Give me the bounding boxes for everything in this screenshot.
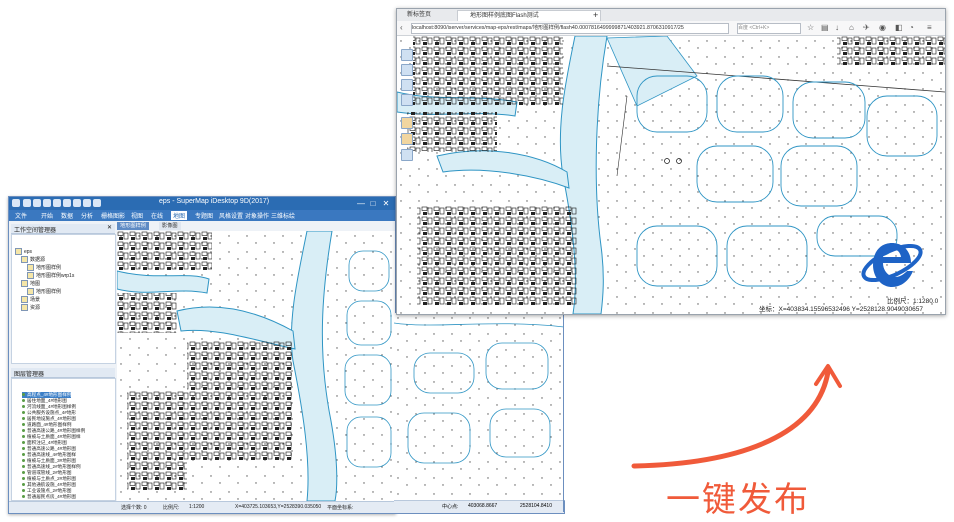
app-icon [12, 199, 20, 207]
desktop-window-title: eps - SuperMap iDesktop 9D(2017) [159, 198, 270, 205]
desktop-window-edge [563, 313, 564, 512]
dropdown-icon[interactable] [93, 199, 101, 207]
menu-analysis[interactable]: 分析 [81, 211, 93, 220]
map-icon [27, 288, 34, 295]
area-tool-icon[interactable] [401, 133, 413, 145]
workspace-panel-header: 工作空间管理器 ✕ [11, 224, 115, 234]
menu-object[interactable]: 对象操作 [245, 211, 269, 220]
workspace-icon [15, 248, 22, 255]
status-center-label: 中心点: [442, 504, 459, 510]
new-tab-button[interactable]: + [593, 10, 603, 21]
home-icon[interactable]: ⌂ [849, 23, 854, 33]
new-icon[interactable] [23, 199, 31, 207]
tree-item-scenes[interactable]: 场景 [21, 296, 40, 303]
status-select-count: 选择个数: 0 [121, 505, 147, 511]
url-field[interactable]: localhost:8090/iserver/services/map-eps/… [411, 23, 729, 34]
tree-item-datasource-1[interactable]: 地形图样例 [27, 264, 61, 271]
zoom-in-tool-icon[interactable] [401, 64, 413, 76]
resource-icon [21, 304, 28, 311]
minimize-button[interactable]: — [355, 198, 367, 209]
map-coord-text: 坐标：X=403834.15596532496 Y=2528128.904903… [759, 306, 923, 313]
chat-icon[interactable]: ◔ [909, 23, 914, 33]
status-coords: X=403725.103653,Y=2528390.035050 [235, 504, 322, 510]
status-scale-label: 比例尺: [163, 505, 180, 511]
settings-icon[interactable] [83, 199, 91, 207]
map-tab-image[interactable]: 影像图 [159, 222, 181, 230]
back-icon[interactable]: ‹ [400, 23, 403, 33]
desktop-map-canvas-extension [394, 313, 564, 500]
menu-icon[interactable]: ≡ [927, 23, 932, 33]
sync-icon[interactable]: ◉ [879, 23, 886, 33]
open-icon[interactable] [33, 199, 41, 207]
layer-panel-header: 图层管理器 [11, 368, 115, 378]
redo-icon[interactable] [63, 199, 71, 207]
map-tab-terrain[interactable]: 地形图样例 [117, 222, 149, 230]
layer-panel-title: 图层管理器 [14, 372, 45, 378]
panel-close-icon[interactable]: ✕ [107, 224, 112, 231]
pan-tool-icon[interactable] [401, 49, 413, 61]
menu-online[interactable]: 在线 [151, 211, 163, 220]
map-folder-icon [21, 280, 28, 287]
browser-tab-strip: 新标签页 地形图样例底图Flash测试 + [397, 9, 945, 22]
desktop-status-bar: 选择个数: 0 比例尺: 1:1200 X=403725.103653,Y=25… [9, 501, 395, 513]
ie-logo-icon [861, 243, 923, 287]
menu-data[interactable]: 数据 [61, 211, 73, 220]
tree-item-map-1[interactable]: 地形图样例 [27, 288, 61, 295]
print-icon[interactable] [73, 199, 81, 207]
desktop-map-canvas[interactable] [117, 231, 395, 501]
database-icon [27, 264, 34, 271]
tree-item-datasources[interactable]: 数据源 [21, 256, 45, 263]
tree-item-datasource-2[interactable]: 地形图样例wrp1s [27, 272, 74, 279]
one-click-publish-label: 一键发布 [666, 481, 810, 519]
layer-list: 高程点_4#地形图样例 居住地面_4#地形图 河流线面_4#地形图样例 公共服务… [11, 378, 116, 501]
tree-item-maps[interactable]: 地图 [21, 280, 40, 287]
status-bar-extension: 中心点: 403068.8667 2528104.8410 [394, 500, 565, 514]
menu-raster[interactable]: 栅格图影 [101, 211, 125, 220]
workspace-tree: eps 数据源 地形图样例 地形图样例wrp1s 地图 地形图样例 场景 资源 [11, 234, 116, 364]
bookmark-icon[interactable]: ☆ [807, 23, 814, 33]
maximize-button[interactable]: □ [367, 198, 379, 209]
share-icon[interactable]: ✈ [863, 23, 870, 33]
status-scale-value[interactable]: 1:1200 [189, 504, 204, 510]
status-center-x: 403068.8667 [468, 503, 498, 509]
browser-address-bar: ‹ localhost:8090/iserver/services/map-ep… [397, 21, 945, 36]
menu-map[interactable]: 地图 [171, 211, 188, 220]
clear-tool-icon[interactable] [401, 149, 413, 161]
workspace-panel-title: 工作空间管理器 [14, 228, 57, 234]
save-icon[interactable] [43, 199, 51, 207]
scene-icon [21, 296, 28, 303]
menu-file[interactable]: 文件 [15, 211, 27, 220]
zoom-out-tool-icon[interactable] [401, 79, 413, 91]
search-field[interactable]: 百度 <Ctrl+K> [737, 23, 801, 34]
browser-tab-newtab[interactable]: 新标签页 [403, 10, 457, 21]
full-extent-tool-icon[interactable] [401, 94, 413, 106]
reader-icon[interactable]: ▤ [821, 23, 829, 33]
menu-view[interactable]: 视图 [131, 211, 143, 220]
publish-arrow [631, 364, 842, 469]
database-icon [27, 272, 34, 279]
layer-row[interactable]: 普通居民点房_4#地形图 [22, 494, 76, 500]
browser-window: 新标签页 地形图样例底图Flash测试 + ‹ localhost:8090/i… [396, 8, 946, 315]
extension-icon[interactable]: ◧ [895, 23, 903, 33]
datasource-icon [21, 256, 28, 263]
tree-item-resources[interactable]: 资源 [21, 304, 40, 311]
menu-start[interactable]: 开始 [41, 211, 53, 220]
menu-style[interactable]: 风格设置 [219, 211, 243, 220]
ribbon-menu: 文件 开始 数据 分析 栅格图影 视图 在线 地图 专题图 风格设置 对象操作 … [9, 210, 395, 221]
desktop-app-window: eps - SuperMap iDesktop 9D(2017) — □ ✕ 文… [8, 196, 396, 514]
download-icon[interactable]: ↓ [835, 23, 839, 33]
tree-item-eps[interactable]: eps [15, 248, 32, 255]
menu-3d[interactable]: 三维标绘 [271, 211, 295, 220]
menu-thematic[interactable]: 专题图 [195, 211, 213, 220]
status-proj-label: 平面坐标系: [327, 505, 354, 511]
status-center-y: 2528104.8410 [520, 503, 552, 509]
measure-tool-icon[interactable] [401, 117, 413, 129]
desktop-title-bar: eps - SuperMap iDesktop 9D(2017) — □ ✕ [9, 197, 395, 210]
undo-icon[interactable] [53, 199, 61, 207]
close-button[interactable]: ✕ [380, 198, 392, 209]
